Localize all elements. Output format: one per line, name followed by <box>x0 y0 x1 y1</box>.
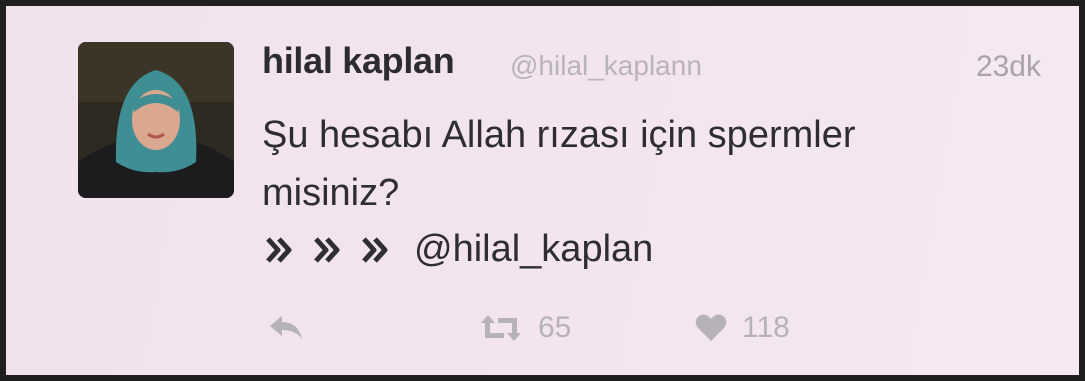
user-handle[interactable]: @hilal_kaplann <box>510 50 702 82</box>
display-name[interactable]: hilal kaplan <box>262 40 455 82</box>
like-button[interactable]: 118 <box>694 306 790 350</box>
tweet-actions: 65 118 <box>262 306 962 350</box>
tweet-text: Şu hesabı Allah rızası için spermler mis… <box>262 106 1022 222</box>
avatar-image <box>78 42 234 198</box>
quote-line: @hilal_kaplan <box>264 228 653 271</box>
retweet-button[interactable]: 65 <box>478 306 571 350</box>
reply-button[interactable] <box>266 306 306 350</box>
chevron-right-icon <box>314 236 340 263</box>
timestamp[interactable]: 23dk <box>976 50 1041 84</box>
chevron-right-icon <box>362 236 388 263</box>
retweet-icon <box>481 315 521 341</box>
reply-icon <box>270 316 302 339</box>
mention-link[interactable]: @hilal_kaplan <box>414 228 653 271</box>
tweet-text-line: misiniz? <box>262 172 400 214</box>
tweet-card: hilal kaplan @hilal_kaplann 23dk Şu hesa… <box>6 6 1079 375</box>
tweet-text-line: Şu hesabı Allah rızası için spermler <box>262 114 856 156</box>
like-count: 118 <box>742 311 790 344</box>
heart-icon <box>695 314 727 341</box>
avatar[interactable] <box>78 42 234 198</box>
chevron-right-icon <box>266 236 292 263</box>
retweet-count: 65 <box>538 311 572 344</box>
